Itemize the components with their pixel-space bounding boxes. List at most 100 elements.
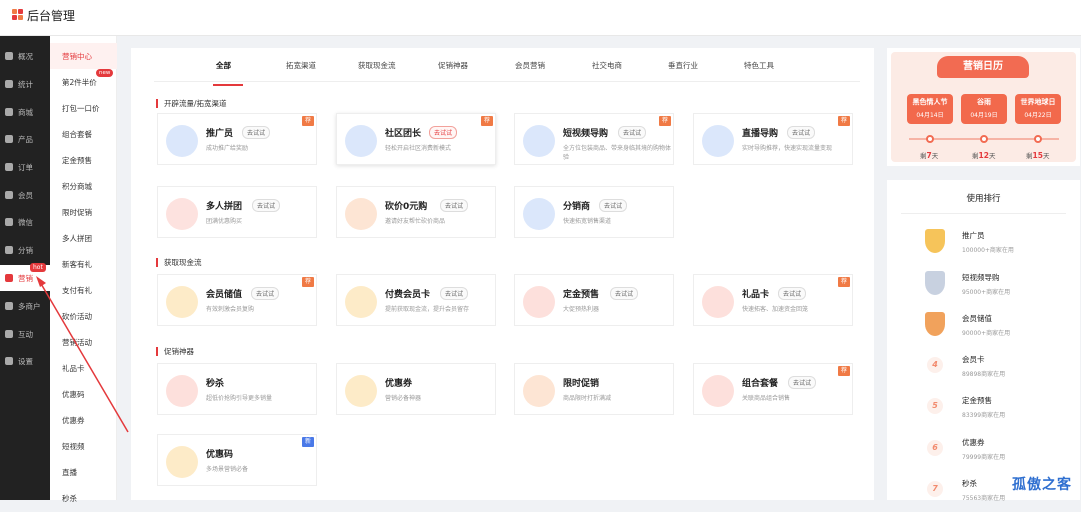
card-promo-code[interactable]: 优惠码 多场景营销必备 新 (157, 434, 317, 486)
submenu-item[interactable]: 礼品卡 (50, 355, 117, 381)
ranking-item[interactable]: 会员储值 90000+商家在用 (887, 307, 1080, 347)
submenu-item[interactable]: 定金预售 (50, 147, 117, 173)
card-deposit-presale[interactable]: 定金预售 去试试 大促预热利器 (514, 274, 674, 326)
tab-vertical[interactable]: 垂直行业 (668, 60, 698, 71)
sidebar-item-members[interactable]: 会员 (0, 182, 50, 208)
try-button[interactable]: 去试试 (610, 287, 639, 300)
try-button[interactable]: 去试试 (778, 287, 807, 300)
card-live-shopping[interactable]: 直播导购 去试试 实时导购推荐，快速实现流量变现 荐 (693, 113, 853, 165)
try-button[interactable]: 去试试 (440, 199, 469, 212)
try-button[interactable]: 去试试 (788, 376, 817, 389)
submenu-item[interactable]: 打包一口价 (50, 95, 117, 121)
card-name: 社区团长 (385, 129, 422, 139)
sidebar-item-mall[interactable]: 商城 (0, 99, 50, 125)
sidebar-item-label: 分销 (18, 245, 33, 255)
ranking-item[interactable]: 5 定金预售 83399商家在用 (887, 389, 1080, 429)
submenu-item[interactable]: 营销中心 (50, 43, 117, 69)
app-logo-icon (12, 9, 23, 20)
try-button[interactable]: 去试试 (440, 287, 469, 300)
try-button[interactable]: 去试试 (618, 126, 647, 139)
sidebar-item-stats[interactable]: 统计 (0, 71, 50, 97)
submenu-item[interactable]: 秒杀 (50, 485, 117, 511)
clapperboard-icon (702, 125, 734, 157)
submenu-item[interactable]: 多人拼团 (50, 225, 117, 251)
sidebar-item-multi-merchant[interactable]: 多商户 (0, 293, 50, 319)
card-community-leader[interactable]: 社区团长 去试试 轻松开启社区消费新模式 荐 (336, 113, 496, 165)
card-flash-sale[interactable]: 秒杀 超低价抢购引导更多销量 (157, 363, 317, 415)
card-desc: 快速拓客、加速资金回笼 (742, 306, 809, 313)
card-coupon[interactable]: 优惠券 营销必备神器 (336, 363, 496, 415)
app-title: 后台管理 (27, 9, 76, 23)
submenu-item[interactable]: 积分商城 (50, 173, 117, 199)
calendar-event[interactable]: 黑色情人节 04月14日 (907, 94, 953, 124)
try-button[interactable]: 去试试 (242, 126, 271, 139)
submenu-item[interactable]: 营销活动 (50, 329, 117, 355)
bronze-medal-icon (925, 312, 945, 336)
coupon-icon (345, 375, 377, 407)
sidebar-item-wechat[interactable]: 微信 (0, 209, 50, 235)
sidebar-item-settings[interactable]: 设置 (0, 348, 50, 374)
top-bar: 后台管理 (0, 0, 1081, 36)
tab-channels[interactable]: 拓宽渠道 (286, 60, 316, 71)
sidebar-item-label: 微信 (18, 217, 33, 227)
tab-cashflow[interactable]: 获取现金流 (358, 60, 396, 71)
active-tab-indicator (213, 84, 243, 86)
submenu-item[interactable]: 组合套餐 (50, 121, 117, 147)
sidebar-item-interaction[interactable]: 互动 (0, 321, 50, 347)
card-short-video[interactable]: 短视频导购 去试试 全方位包装商品、带来身临其境的购物体验 荐 (514, 113, 674, 165)
ranking-item[interactable]: 推广员 100000+商家在用 (887, 224, 1080, 264)
sidebar-item-products[interactable]: 产品 (0, 126, 50, 152)
try-button[interactable]: 去试试 (251, 287, 280, 300)
card-time-limited[interactable]: 限时促销 商品限时打折满减 (514, 363, 674, 415)
sidebar-item-distribution[interactable]: 分销 (0, 237, 50, 263)
ranking-item[interactable]: 短视频导购 95000+商家在用 (887, 266, 1080, 306)
recommend-tag: 荐 (838, 277, 850, 287)
tab-divider (154, 81, 860, 82)
order-icon (5, 163, 13, 171)
calendar-event[interactable]: 世界地球日 04月22日 (1015, 94, 1061, 124)
submenu-item[interactable]: 短视频 (50, 433, 117, 459)
submenu-item[interactable]: 砍价活动 (50, 303, 117, 329)
timeline-dot (1034, 135, 1042, 143)
submenu-item[interactable]: 直播 (50, 459, 117, 485)
rank-number: 5 (927, 398, 943, 414)
sidebar-item-overview[interactable]: 概况 (0, 43, 50, 69)
try-button[interactable]: 去试试 (787, 126, 816, 139)
ranking-name: 会员卡 (962, 355, 985, 364)
card-gift-card[interactable]: 礼品卡 去试试 快速拓客、加速资金回笼 荐 (693, 274, 853, 326)
submenu-item[interactable]: 支付有礼 (50, 277, 117, 303)
submenu-item[interactable]: 优惠码 (50, 381, 117, 407)
card-name: 组合套餐 (742, 379, 779, 389)
tab-promotion[interactable]: 促销神器 (438, 60, 468, 71)
calendar-event[interactable]: 谷雨 04月19日 (961, 94, 1007, 124)
tab-social-commerce[interactable]: 社交电商 (592, 60, 622, 71)
card-group-buy[interactable]: 多人拼团 去试试 团满优惠购买 (157, 186, 317, 238)
ranking-item[interactable]: 4 会员卡 89898商家在用 (887, 348, 1080, 388)
card-bundle[interactable]: 组合套餐 去试试 关联商品组合销售 荐 (693, 363, 853, 415)
sidebar-item-label: 设置 (18, 356, 33, 366)
try-button[interactable]: 去试试 (252, 199, 281, 212)
category-tabs: 全部 拓宽渠道 获取现金流 促销神器 会员营销 社交电商 垂直行业 特色工具 (131, 48, 874, 81)
tab-all[interactable]: 全部 (216, 60, 231, 71)
submenu-item[interactable]: 优惠券 (50, 407, 117, 433)
submenu-item[interactable]: 限时促销 (50, 199, 117, 225)
submenu-item[interactable]: 新客有礼 (50, 251, 117, 277)
card-member-deposit[interactable]: 会员储值 去试试 有效刺激会员复购 荐 (157, 274, 317, 326)
ranking-divider (901, 213, 1066, 214)
users-icon (5, 246, 13, 254)
ranking-item[interactable]: 6 优惠券 79999商家在用 (887, 431, 1080, 471)
marketing-calendar: 营销日历 黑色情人节 04月14日 谷雨 04月19日 世界地球日 04月22日… (891, 52, 1076, 162)
card-paid-membership[interactable]: 付费会员卡 去试试 提前获取现金流，提升会员留存 (336, 274, 496, 326)
try-button[interactable]: 去试试 (599, 199, 628, 212)
gear-icon (5, 357, 13, 365)
try-button[interactable]: 去试试 (429, 126, 458, 139)
flag-icon (5, 274, 13, 282)
card-desc: 关联商品组合销售 (742, 395, 791, 402)
sidebar-item-orders[interactable]: 订单 (0, 154, 50, 180)
card-distributor[interactable]: 分销商 去试试 快速拓宽销售渠道 (514, 186, 674, 238)
card-desc: 多场景营销必备 (206, 466, 249, 473)
tab-special-tools[interactable]: 特色工具 (744, 60, 774, 71)
tab-member-marketing[interactable]: 会员营销 (515, 60, 545, 71)
card-promoter[interactable]: 推广员 去试试 成功推广给奖励 荐 (157, 113, 317, 165)
card-bargain[interactable]: 砍价0元购 去试试 邀请好友帮忙砍价商品 (336, 186, 496, 238)
